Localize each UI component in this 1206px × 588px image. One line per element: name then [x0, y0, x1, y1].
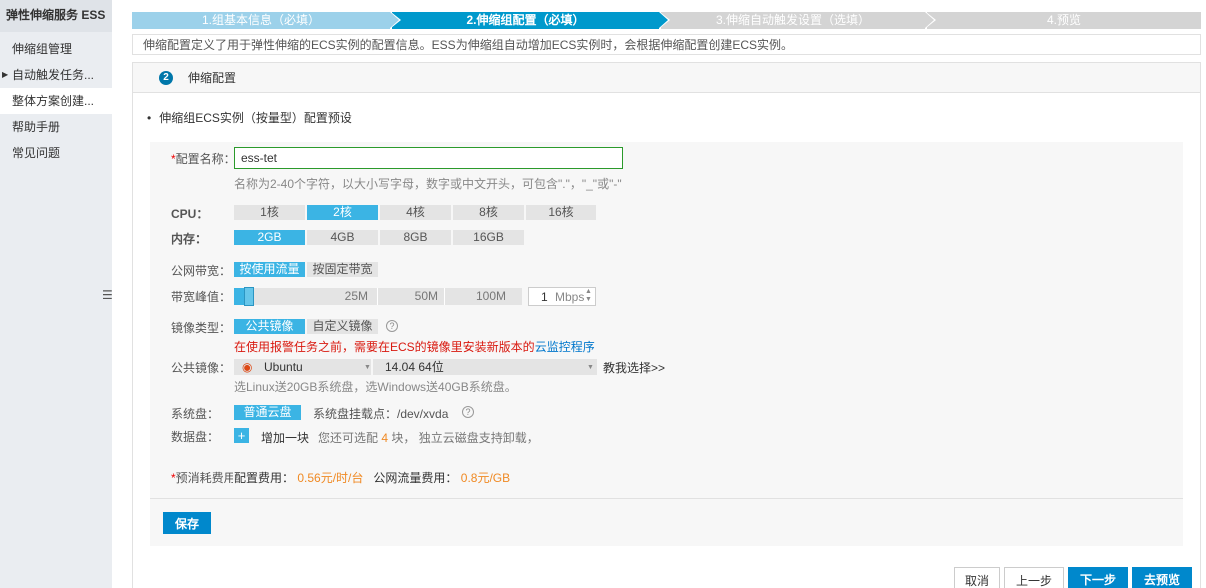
config-name-label: *配置名称：: [171, 152, 236, 166]
chevron-down-icon: ▼: [364, 364, 371, 371]
sidebar-item-label: 自动触发任务...: [12, 68, 95, 82]
step-label: 2.伸缩组配置（必填）: [466, 13, 585, 27]
ubuntu-icon: ◉: [242, 360, 253, 374]
preview-button[interactable]: 去预览: [1132, 567, 1192, 588]
config-name-input[interactable]: [234, 147, 623, 169]
panel-title: 伸缩配置: [188, 71, 237, 85]
sidebar-item-scaling-groups[interactable]: 伸缩组管理: [0, 36, 112, 62]
stepper-up-icon[interactable]: ▲: [585, 288, 592, 296]
image-public[interactable]: 公共镜像: [234, 319, 305, 334]
memory-option-16gb[interactable]: 16GB: [453, 230, 524, 245]
sidebar-item-faq[interactable]: 常见问题: [0, 140, 112, 166]
step-2[interactable]: 2.伸缩组配置（必填）: [392, 12, 670, 29]
sidebar-item-auto-tasks[interactable]: ▶ 自动触发任务...: [0, 62, 112, 88]
public-image-label: 公共镜像：: [171, 361, 232, 375]
panel-header: 2 伸缩配置: [133, 63, 1200, 93]
slider-tick-25m: 25M: [344, 289, 368, 303]
cost-summary: 配置费用： 0.56元/时/台 公网流量费用： 0.8元/GB: [234, 471, 511, 485]
stepper-down-icon[interactable]: ▼: [585, 296, 592, 304]
sidebar: 弹性伸缩服务 ESS 伸缩组管理 ▶ 自动触发任务... 整体方案创建... 帮助…: [0, 0, 112, 588]
os-select[interactable]: ◉ Ubuntu ▼: [234, 359, 371, 375]
next-step-button[interactable]: 下一步: [1068, 567, 1128, 588]
version-select-value: 14.04 64位: [385, 360, 444, 374]
cost-label: *预消耗费用: [171, 471, 233, 485]
bandwidth-value: 1: [541, 290, 548, 304]
bandwidth-peak-label: 带宽峰值：: [171, 290, 232, 304]
step-number-badge: 2: [159, 71, 173, 85]
expand-arrow-icon: ▶: [2, 70, 9, 79]
memory-label: 内存：: [171, 232, 208, 246]
add-disk-button[interactable]: 增加一块: [261, 429, 309, 446]
slider-tick-50m: 50M: [414, 289, 438, 303]
config-panel: 2 伸缩配置 • 伸缩组ECS实例（按量型）配置预设 *配置名称： 名称为2-40…: [132, 62, 1201, 588]
sidebar-item-solution-create[interactable]: 整体方案创建...: [0, 88, 112, 114]
sidebar-item-label: 伸缩组管理: [12, 42, 73, 56]
slider-tick-100m: 100M: [475, 289, 506, 303]
save-button[interactable]: 保存: [163, 512, 211, 534]
step-label: 4.预览: [1046, 13, 1081, 27]
cpu-label: CPU：: [171, 207, 209, 221]
os-select-value: Ubuntu: [264, 360, 303, 374]
cloud-monitor-link[interactable]: 云监控程序: [535, 340, 595, 354]
step-label: 3.伸缩自动触发设置（选填）: [715, 13, 870, 27]
chevron-down-icon: ▼: [587, 364, 594, 371]
brand-title: 弹性伸缩服务 ESS: [0, 0, 112, 32]
prev-step-button[interactable]: 上一步: [1004, 567, 1064, 588]
data-disk-label: 数据盘：: [171, 430, 220, 444]
bullet-icon: •: [147, 111, 152, 125]
step-3[interactable]: 3.伸缩自动触发设置（选填）: [661, 12, 936, 29]
add-disk-icon[interactable]: +: [234, 428, 249, 443]
cancel-button[interactable]: 取消: [954, 567, 1000, 588]
config-name-hint: 名称为2-40个字符，以大小写字母，数字或中文开头，可包含"."，"_"或"-": [234, 177, 622, 191]
config-form: *配置名称： 名称为2-40个字符，以大小写字母，数字或中文开头，可包含"."，…: [150, 142, 1183, 498]
image-type-label: 镜像类型：: [171, 321, 232, 335]
section-title: • 伸缩组ECS实例（按量型）配置预设: [147, 109, 352, 126]
public-image-hint: 选Linux送20GB系统盘，选Windows送40GB系统盘。: [234, 380, 517, 394]
memory-option-4gb[interactable]: 4GB: [307, 230, 378, 245]
memory-option-2gb[interactable]: 2GB: [234, 230, 305, 245]
image-custom[interactable]: 自定义镜像: [307, 319, 378, 334]
bandwidth-value-input[interactable]: 1 Mbps ▲ ▼: [528, 287, 596, 306]
cpu-option-2[interactable]: 2核: [307, 205, 378, 220]
sidebar-item-label: 整体方案创建...: [12, 94, 95, 108]
sidebar-item-label: 常见问题: [12, 146, 61, 160]
sidebar-toggle-icon[interactable]: ☰: [102, 288, 114, 302]
section-title-text: 伸缩组ECS实例（按量型）配置预设: [159, 111, 352, 125]
cpu-option-4[interactable]: 4核: [380, 205, 451, 220]
cpu-option-16[interactable]: 16核: [526, 205, 596, 220]
step-description: 伸缩配置定义了用于弹性伸缩的ECS实例的配置信息。ESS为伸缩组自动增加ECS实…: [132, 34, 1201, 55]
memory-option-8gb[interactable]: 8GB: [380, 230, 451, 245]
help-icon[interactable]: ?: [386, 320, 398, 332]
step-1[interactable]: 1.组基本信息（必填）: [132, 12, 401, 29]
cpu-option-1[interactable]: 1核: [234, 205, 305, 220]
system-disk-standard[interactable]: 普通云盘: [234, 405, 301, 420]
system-disk-mount: 系统盘挂载点：/dev/xvda: [313, 407, 449, 421]
traffic-price: 0.8元/GB: [460, 471, 511, 485]
data-disk-remaining: 您还可选配 4 块， 独立云磁盘支持卸载，: [318, 431, 539, 445]
system-disk-label: 系统盘：: [171, 407, 220, 421]
bandwidth-unit: Mbps: [555, 290, 585, 304]
help-icon[interactable]: ?: [462, 406, 474, 418]
step-label: 1.组基本信息（必填）: [201, 13, 320, 27]
sidebar-item-help[interactable]: 帮助手册: [0, 114, 112, 140]
step-4[interactable]: 4.预览: [927, 12, 1201, 29]
sidebar-item-label: 帮助手册: [12, 120, 61, 134]
bandwidth-slider-handle[interactable]: [244, 287, 254, 306]
config-price: 0.56元/时/台: [297, 471, 364, 485]
version-select[interactable]: 14.04 64位 ▼: [373, 359, 597, 375]
form-footer: 保存: [150, 498, 1183, 546]
bandwidth-by-traffic[interactable]: 按使用流量: [234, 262, 305, 277]
teach-me-link[interactable]: 教我选择>>: [603, 359, 665, 376]
wizard-steps: 1.组基本信息（必填） 2.伸缩组配置（必填） 3.伸缩自动触发设置（选填） 4…: [132, 12, 1201, 29]
bandwidth-fixed[interactable]: 按固定带宽: [307, 262, 378, 277]
monitor-warning: 在使用报警任务之前，需要在ECS的镜像里安装新版本的云监控程序: [234, 340, 595, 354]
bandwidth-type-label: 公网带宽：: [171, 264, 232, 278]
cpu-option-8[interactable]: 8核: [453, 205, 524, 220]
